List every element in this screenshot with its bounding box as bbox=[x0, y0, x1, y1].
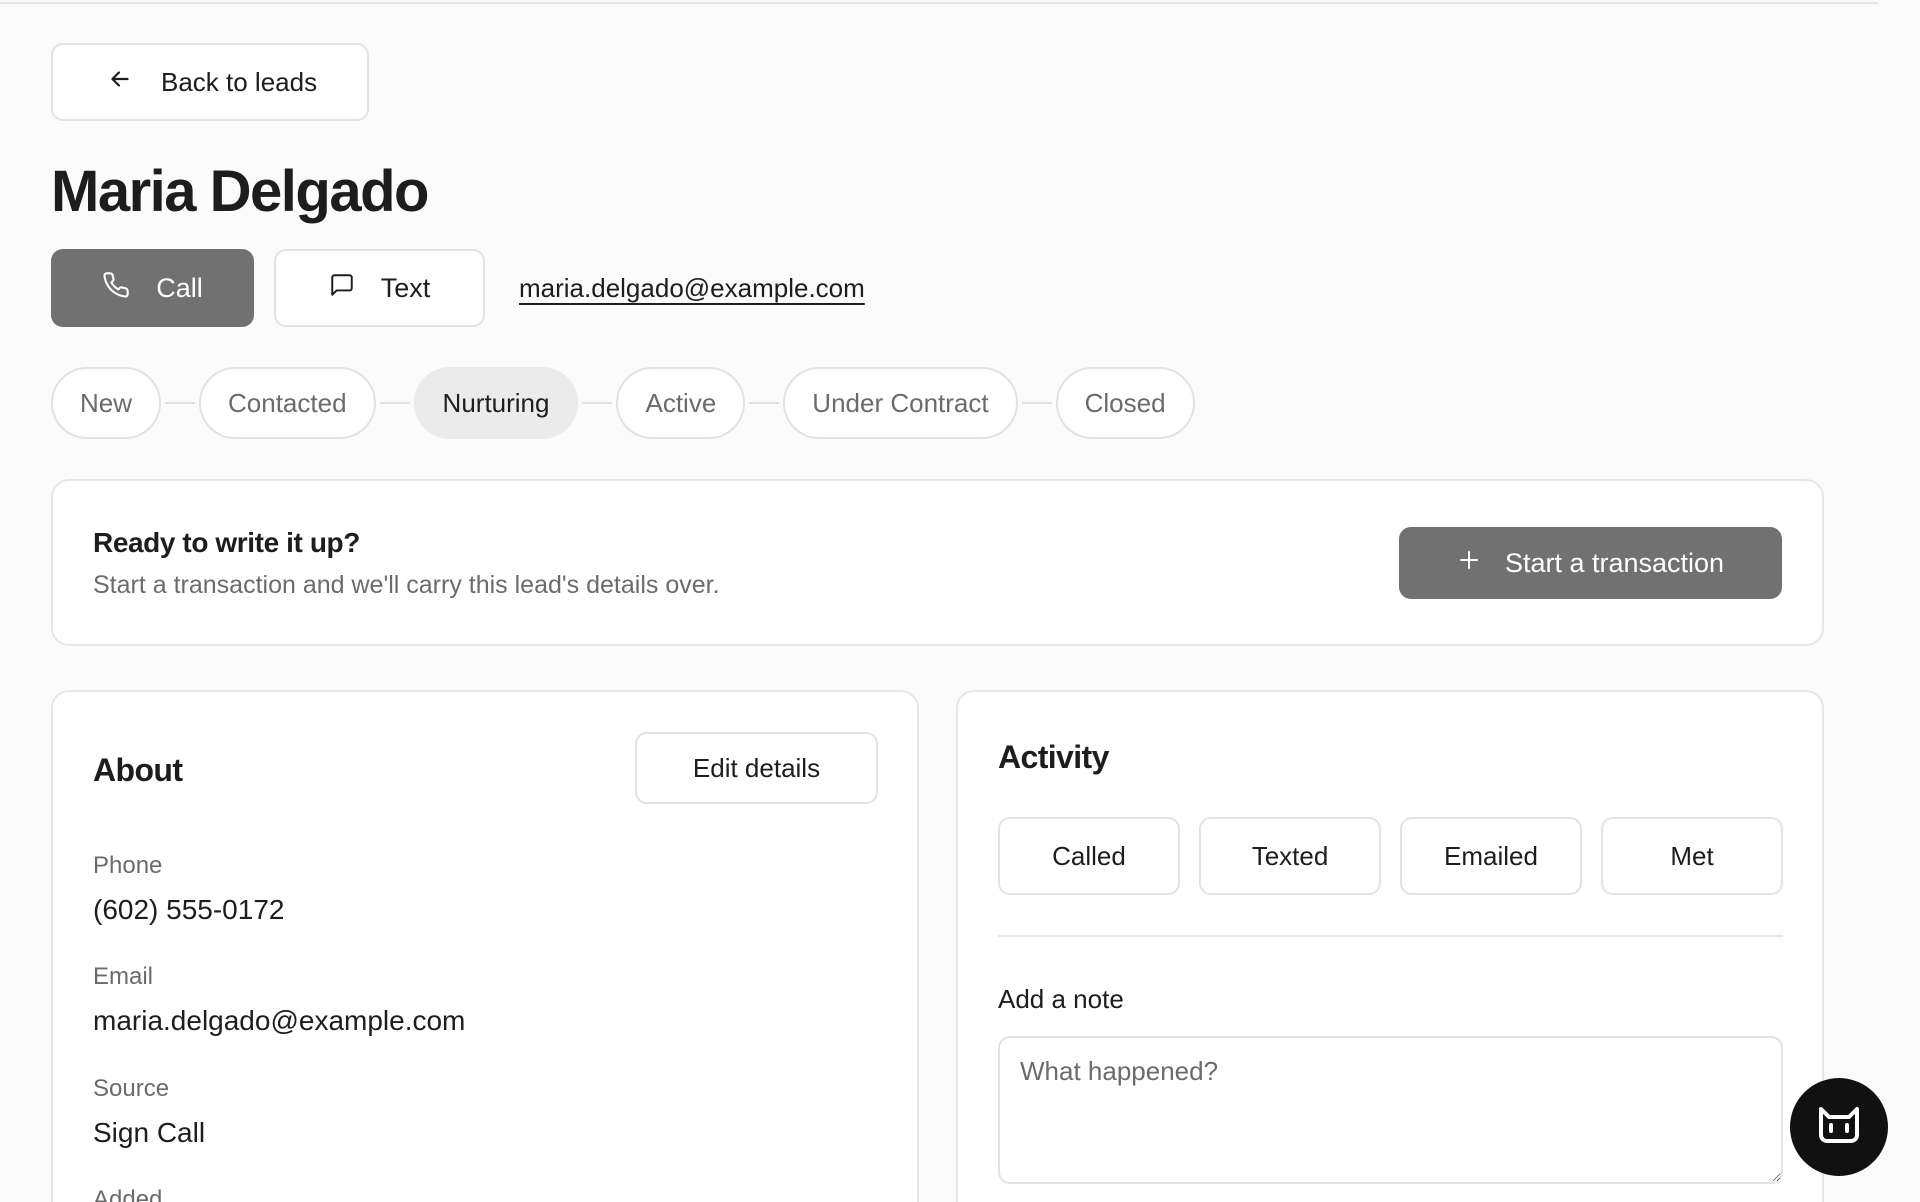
added-field: Added bbox=[93, 1186, 162, 1202]
stage-under-contract[interactable]: Under Contract bbox=[783, 367, 1018, 439]
edit-details-button[interactable]: Edit details bbox=[635, 732, 878, 804]
stage-connector bbox=[749, 402, 780, 404]
pipeline-stages: New Contacted Nurturing Active Under Contrac… bbox=[51, 367, 1824, 439]
call-button[interactable]: Call bbox=[51, 249, 254, 327]
lead-detail-page: Back to leads Maria Delgado Call Text ma… bbox=[51, 43, 1824, 1202]
log-met-button[interactable]: Met bbox=[1601, 817, 1783, 895]
back-to-leads-label: Back to leads bbox=[161, 66, 318, 97]
log-texted-button[interactable]: Texted bbox=[1199, 817, 1381, 895]
stage-nurturing[interactable]: Nurturing bbox=[413, 367, 579, 439]
email-label: Email bbox=[93, 963, 154, 990]
call-label: Call bbox=[156, 272, 203, 303]
arrow-left-icon bbox=[107, 66, 133, 99]
source-label: Source bbox=[93, 1075, 170, 1102]
plus-icon bbox=[1457, 548, 1481, 579]
cta-title: Ready to write it up? bbox=[93, 527, 360, 558]
stage-contacted[interactable]: Contacted bbox=[199, 367, 376, 439]
cta-subtitle: Start a transaction and we'll carry this… bbox=[93, 571, 720, 599]
assistant-button[interactable] bbox=[1790, 1078, 1888, 1176]
start-transaction-label: Start a transaction bbox=[1504, 547, 1725, 578]
back-to-leads-button[interactable]: Back to leads bbox=[51, 43, 370, 121]
source-field: Source Sign Call bbox=[93, 1075, 205, 1149]
text-button[interactable]: Text bbox=[274, 249, 485, 327]
phone-icon bbox=[102, 271, 130, 306]
phone-label: Phone bbox=[93, 852, 163, 879]
phone-field: Phone (602) 555-0172 bbox=[93, 852, 284, 926]
start-transaction-card: Ready to write it up? Start a transactio… bbox=[51, 479, 1824, 646]
stage-active[interactable]: Active bbox=[616, 367, 746, 439]
log-emailed-button[interactable]: Emailed bbox=[1400, 817, 1582, 895]
contact-actions: Call Text maria.delgado@example.com bbox=[51, 249, 1824, 327]
stage-connector bbox=[582, 402, 613, 404]
text-label: Text bbox=[380, 272, 431, 303]
activity-title: Activity bbox=[998, 739, 1109, 775]
add-note-label: Add a note bbox=[998, 984, 1124, 1014]
stage-connector bbox=[165, 402, 196, 404]
activity-log-buttons: Called Texted Emailed Met bbox=[998, 817, 1783, 895]
start-transaction-button[interactable]: Start a transaction bbox=[1399, 527, 1782, 599]
stage-connector bbox=[379, 402, 410, 404]
email-field: Email maria.delgado@example.com bbox=[93, 963, 465, 1037]
log-called-button[interactable]: Called bbox=[998, 817, 1180, 895]
note-input[interactable] bbox=[998, 1036, 1783, 1184]
email-value: maria.delgado@example.com bbox=[93, 1005, 466, 1036]
stage-closed[interactable]: Closed bbox=[1055, 367, 1195, 439]
top-divider bbox=[0, 0, 1878, 4]
email-link[interactable]: maria.delgado@example.com bbox=[519, 273, 865, 304]
activity-divider bbox=[998, 935, 1783, 937]
phone-value: (602) 555-0172 bbox=[93, 894, 285, 925]
page-title: Maria Delgado bbox=[51, 159, 429, 224]
message-square-icon bbox=[329, 272, 355, 305]
added-label: Added bbox=[93, 1186, 163, 1202]
source-value: Sign Call bbox=[93, 1117, 206, 1148]
about-card: About Edit details Phone (602) 555-0172 … bbox=[51, 690, 919, 1202]
activity-card: Activity Called Texted Emailed Met Add a no… bbox=[956, 690, 1824, 1202]
stage-connector bbox=[1021, 402, 1052, 404]
bot-face-icon bbox=[1815, 1105, 1863, 1150]
about-title: About bbox=[93, 752, 183, 788]
stage-new[interactable]: New bbox=[51, 367, 162, 439]
